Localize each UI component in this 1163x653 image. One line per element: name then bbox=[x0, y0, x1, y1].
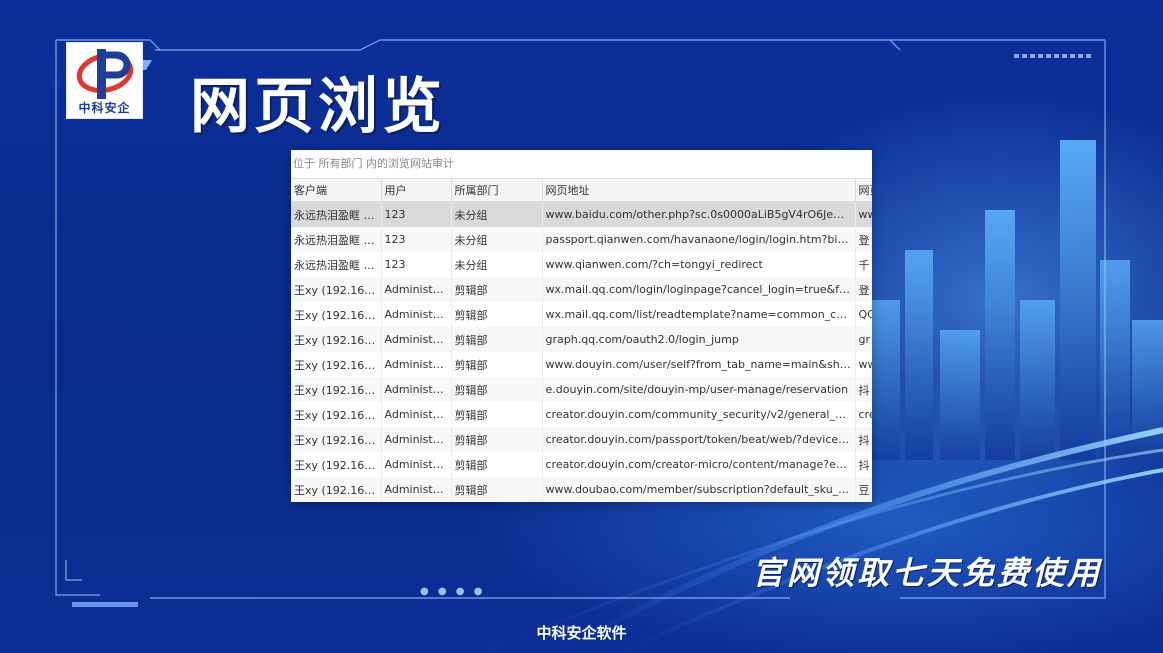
window-header: 位于 所有部门 内的浏览网站审计 bbox=[291, 150, 872, 179]
cell-user: Administra... bbox=[381, 452, 452, 477]
cell-url: creator.douyin.com/passport/token/beat/w… bbox=[542, 427, 856, 452]
cell-url: www.baidu.com/other.php?sc.0s0000aLiB5gV… bbox=[542, 201, 856, 227]
page-title: 网页浏览 bbox=[190, 72, 446, 142]
table-row[interactable]: 王xy (192.168.3...Administra...剪辑部graph.q… bbox=[291, 327, 872, 352]
table-row[interactable]: 永远热泪盈眶 (1... 123 未分组 www.qianwen.com/?ch=to… bbox=[291, 252, 872, 277]
cell-url: passport.qianwen.com/havanaone/login/log… bbox=[542, 227, 856, 252]
cell-user: 123 bbox=[381, 252, 452, 277]
column-header-user[interactable]: 用户 bbox=[381, 179, 452, 202]
cell-department: 未分组 bbox=[451, 201, 543, 227]
table-row[interactable]: 永远热泪盈眶 (1... 123 未分组 www.baidu.com/other.ph… bbox=[291, 201, 872, 227]
cell-url: graph.qq.com/oauth2.0/login_jump bbox=[542, 327, 856, 352]
cell-url: wx.mail.qq.com/login/loginpage?cancel_lo… bbox=[542, 277, 856, 302]
cell-client: 王xy (192.168.3... bbox=[291, 452, 382, 477]
cell-client: 王xy (192.168.3... bbox=[291, 327, 382, 352]
cell-department: 剪辑部 bbox=[451, 452, 543, 477]
cell-title: ww bbox=[855, 352, 872, 377]
column-header-department[interactable]: 所属部门 bbox=[451, 179, 543, 202]
cell-department: 剪辑部 bbox=[451, 327, 543, 352]
table-row[interactable]: 永远热泪盈眶 (1... 123 未分组 passport.qianwen.com/h… bbox=[291, 227, 872, 252]
cell-client: 王xy (192.168.3... bbox=[291, 277, 382, 302]
table-row[interactable]: 王xy (192.168.3...Administra...剪辑部creator… bbox=[291, 427, 872, 452]
cell-client: 永远热泪盈眶 (1... bbox=[291, 201, 382, 227]
cell-url: creator.douyin.com/creator-micro/content… bbox=[542, 452, 856, 477]
column-header-title[interactable]: 网页 bbox=[855, 179, 872, 202]
cell-department: 剪辑部 bbox=[451, 352, 543, 377]
cell-user: Administra... bbox=[381, 477, 452, 502]
cell-department: 剪辑部 bbox=[451, 302, 543, 327]
cell-title: cre bbox=[855, 402, 872, 427]
cell-title: ww bbox=[855, 201, 872, 227]
cell-title: gr bbox=[855, 327, 872, 352]
cell-department: 未分组 bbox=[451, 252, 543, 277]
table-row[interactable]: 王xy (192.168.3...Administra...剪辑部creator… bbox=[291, 452, 872, 477]
cell-client: 王xy (192.168.3... bbox=[291, 427, 382, 452]
company-logo: 中科安企 bbox=[66, 42, 143, 119]
cell-department: 未分组 bbox=[451, 227, 543, 252]
cell-client: 永远热泪盈眶 (1... bbox=[291, 252, 382, 277]
logo-mark-icon bbox=[76, 49, 134, 99]
cell-client: 王xy (192.168.3... bbox=[291, 302, 382, 327]
cell-url: creator.douyin.com/community_security/v2… bbox=[542, 402, 856, 427]
table-row[interactable]: 王xy (192.168.3...Administra...剪辑部www.dou… bbox=[291, 352, 872, 377]
cell-title: 千 bbox=[855, 252, 872, 277]
cell-user: Administra... bbox=[381, 302, 452, 327]
web-audit-window: 位于 所有部门 内的浏览网站审计 客户端 用户 所属部门 网页地址 网页 永远热… bbox=[291, 150, 872, 502]
table-row[interactable]: 王xy (192.168.3...Administra...剪辑部wx.mail… bbox=[291, 302, 872, 327]
cell-title: 登 bbox=[855, 227, 872, 252]
cell-user: Administra... bbox=[381, 277, 452, 302]
cell-title: 抖 bbox=[855, 377, 872, 402]
cell-url: www.qianwen.com/?ch=tongyi_redirect bbox=[542, 252, 856, 277]
cell-user: Administra... bbox=[381, 352, 452, 377]
cell-url: www.doubao.com/member/subscription?defau… bbox=[542, 477, 856, 502]
cell-user: Administra... bbox=[381, 427, 452, 452]
column-header-url[interactable]: 网页地址 bbox=[542, 179, 856, 202]
cell-department: 剪辑部 bbox=[451, 402, 543, 427]
table-row[interactable]: 王xy (192.168.3...Administra...剪辑部e.douyi… bbox=[291, 377, 872, 402]
cell-client: 王xy (192.168.3... bbox=[291, 377, 382, 402]
cell-url: e.douyin.com/site/douyin-mp/user-manage/… bbox=[542, 377, 856, 402]
cell-title: QC bbox=[855, 302, 872, 327]
pagination-dots: ● ● ● ● bbox=[420, 586, 486, 597]
cell-department: 剪辑部 bbox=[451, 477, 543, 502]
web-browsing-table: 客户端 用户 所属部门 网页地址 网页 永远热泪盈眶 (1...123未分组ww… bbox=[291, 179, 872, 502]
logo-text: 中科安企 bbox=[78, 101, 131, 115]
cell-title: 豆 bbox=[855, 477, 872, 502]
cell-client: 王xy (192.168.3... bbox=[291, 477, 382, 502]
cell-user: Administra... bbox=[381, 327, 452, 352]
table-row[interactable]: 王xy (192.168.3...Administra...剪辑部www.dou… bbox=[291, 477, 872, 502]
cell-client: 王xy (192.168.3... bbox=[291, 352, 382, 377]
table-row[interactable]: 王xy (192.168.3...Administra...剪辑部creator… bbox=[291, 402, 872, 427]
cell-title: 抖 bbox=[855, 452, 872, 477]
cell-title: 抖 bbox=[855, 427, 872, 452]
cell-user: 123 bbox=[381, 227, 452, 252]
cell-user: Administra... bbox=[381, 377, 452, 402]
cell-department: 剪辑部 bbox=[451, 377, 543, 402]
column-header-client[interactable]: 客户端 bbox=[291, 179, 382, 202]
table-row[interactable]: 王xy (192.168.3...Administra...剪辑部wx.mail… bbox=[291, 277, 872, 302]
cell-client: 王xy (192.168.3... bbox=[291, 402, 382, 427]
cell-client: 永远热泪盈眶 (1... bbox=[291, 227, 382, 252]
table-header-row: 客户端 用户 所属部门 网页地址 网页 bbox=[291, 179, 872, 202]
cell-department: 剪辑部 bbox=[451, 277, 543, 302]
footer-brand: 中科安企软件 bbox=[536, 624, 627, 642]
cell-url: www.douyin.com/user/self?from_tab_name=m… bbox=[542, 352, 856, 377]
cell-department: 剪辑部 bbox=[451, 427, 543, 452]
cell-user: Administra... bbox=[381, 402, 452, 427]
promo-slogan: 官网领取七天免费使用 bbox=[752, 554, 1103, 592]
cell-title: 登 bbox=[855, 277, 872, 302]
cell-url: wx.mail.qq.com/list/readtemplate?name=co… bbox=[542, 302, 856, 327]
cell-user: 123 bbox=[381, 201, 452, 227]
